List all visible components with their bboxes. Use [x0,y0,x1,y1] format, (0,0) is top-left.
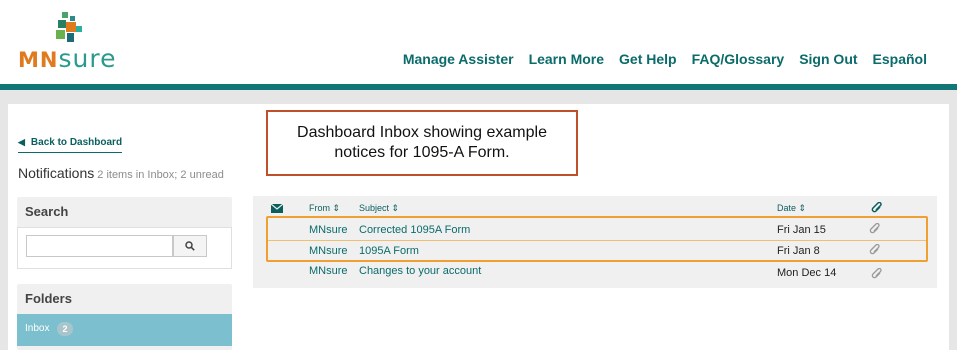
folder-inbox-count-badge: 2 [57,322,73,336]
page: MNsure Manage Assister Learn More Get He… [0,0,957,350]
notifications-title: Notifications [18,165,95,181]
notifications-heading: Notifications 2 items in Inbox; 2 unread [18,165,224,183]
column-header-subject[interactable]: Subject ⇕ [359,203,399,214]
header: MNsure Manage Assister Learn More Get He… [0,0,957,84]
caret-left-icon: ◀ [18,137,25,147]
row-from: MNsure [309,265,348,277]
folders-title: Folders [25,291,72,306]
back-label: Back to Dashboard [30,137,123,148]
column-date-label: Date [777,203,797,213]
notifications-summary: 2 items in Inbox; 2 unread [97,169,224,181]
gray-band [0,90,957,104]
nav-get-help[interactable]: Get Help [619,51,677,67]
annotation-callout: Dashboard Inbox showing example notices … [266,110,578,176]
search-body [17,227,232,269]
logo-text: MNsure [18,44,117,73]
nav-espanol[interactable]: Español [873,51,927,67]
search-panel: Search [17,197,232,269]
sort-icon: ⇕ [391,203,400,213]
logo[interactable]: MNsure [18,8,128,73]
search-button[interactable] [173,235,207,257]
envelope-icon[interactable] [271,204,283,213]
table-row[interactable]: MNsure Changes to your account Mon Dec 1… [253,261,937,281]
sort-icon: ⇕ [332,203,341,213]
folder-inbox[interactable]: Inbox 2 [17,314,232,346]
column-header-from[interactable]: From ⇕ [309,203,340,214]
search-title: Search [25,204,69,219]
search-input[interactable] [26,235,173,257]
folder-inbox-label: Inbox [25,323,50,334]
back-to-dashboard-link[interactable]: ◀ Back to Dashboard [18,137,123,153]
nav-manage-assister[interactable]: Manage Assister [403,51,514,67]
sort-icon: ⇕ [798,203,807,213]
top-nav: Manage Assister Learn More Get Help FAQ/… [403,51,927,67]
row-subject[interactable]: Changes to your account [359,265,481,277]
paperclip-icon [871,202,882,213]
left-gutter [0,104,8,350]
nav-learn-more[interactable]: Learn More [529,51,604,67]
logo-mark-icon [54,12,82,44]
paperclip-icon [871,268,882,279]
highlight-divider [268,240,926,241]
annotation-text: Dashboard Inbox showing example notices … [297,124,547,161]
right-gutter [949,104,957,350]
folders-panel: Folders Inbox 2 [17,284,232,350]
search-icon [185,241,195,251]
column-subject-label: Subject [359,203,390,213]
row-date: Mon Dec 14 [777,267,837,279]
nav-faq-glossary[interactable]: FAQ/Glossary [692,51,785,67]
highlight-box [266,216,928,262]
nav-sign-out[interactable]: Sign Out [799,51,857,67]
column-header-date[interactable]: Date ⇕ [777,203,806,214]
column-from-label: From [309,203,330,213]
